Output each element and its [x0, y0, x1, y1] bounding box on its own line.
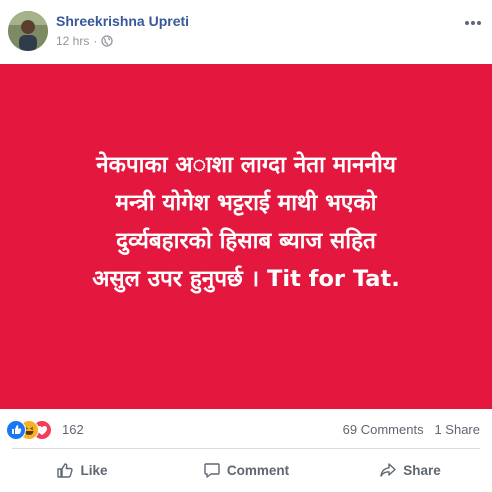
post-text-line: दुर्व्यबहारको हिसाब ब्याज सहित: [116, 227, 376, 254]
author-avatar[interactable]: [8, 11, 48, 51]
post-meta: 12 hrs ·: [56, 34, 114, 48]
divider: [12, 448, 480, 449]
post-image-text: नेकपाका अाशा लाग्दा नेता माननीय मन्त्री …: [11, 146, 481, 298]
more-options-icon[interactable]: [464, 14, 482, 25]
post-text-line: नेकपाका अाशा लाग्दा नेता माननीय: [96, 151, 396, 178]
post-actions: Like Comment Share: [0, 452, 492, 488]
author-name[interactable]: Shreekrishna Upreti: [56, 13, 189, 29]
post-time[interactable]: 12 hrs: [56, 34, 89, 48]
post-text-line: असुल उपर हुनुपर्छ । Tit for Tat.: [92, 265, 400, 292]
reactions-bar: 162 69 Comments 1 Share: [0, 418, 492, 442]
comment-icon: [204, 463, 220, 478]
comment-button[interactable]: Comment: [164, 452, 328, 488]
share-icon: [380, 463, 396, 477]
thumbs-up-icon: [57, 463, 74, 478]
engagement-counts: 69 Comments 1 Share: [343, 422, 480, 437]
shares-count[interactable]: 1 Share: [434, 422, 480, 437]
share-label: Share: [403, 462, 441, 478]
reaction-count[interactable]: 162: [62, 422, 84, 437]
globe-icon[interactable]: [101, 35, 114, 47]
post-text-line: मन्त्री योगेश भट्टराई माथी भएको: [115, 189, 377, 216]
like-label: Like: [80, 462, 108, 478]
post-image[interactable]: नेकपाका अाशा लाग्दा नेता माननीय मन्त्री …: [0, 64, 492, 409]
comments-count[interactable]: 69 Comments: [343, 422, 424, 437]
like-button[interactable]: Like: [0, 452, 164, 488]
share-button[interactable]: Share: [328, 452, 492, 488]
post-header: Shreekrishna Upreti 12 hrs ·: [0, 0, 492, 60]
comment-label: Comment: [226, 462, 290, 478]
like-icon: [6, 420, 26, 440]
